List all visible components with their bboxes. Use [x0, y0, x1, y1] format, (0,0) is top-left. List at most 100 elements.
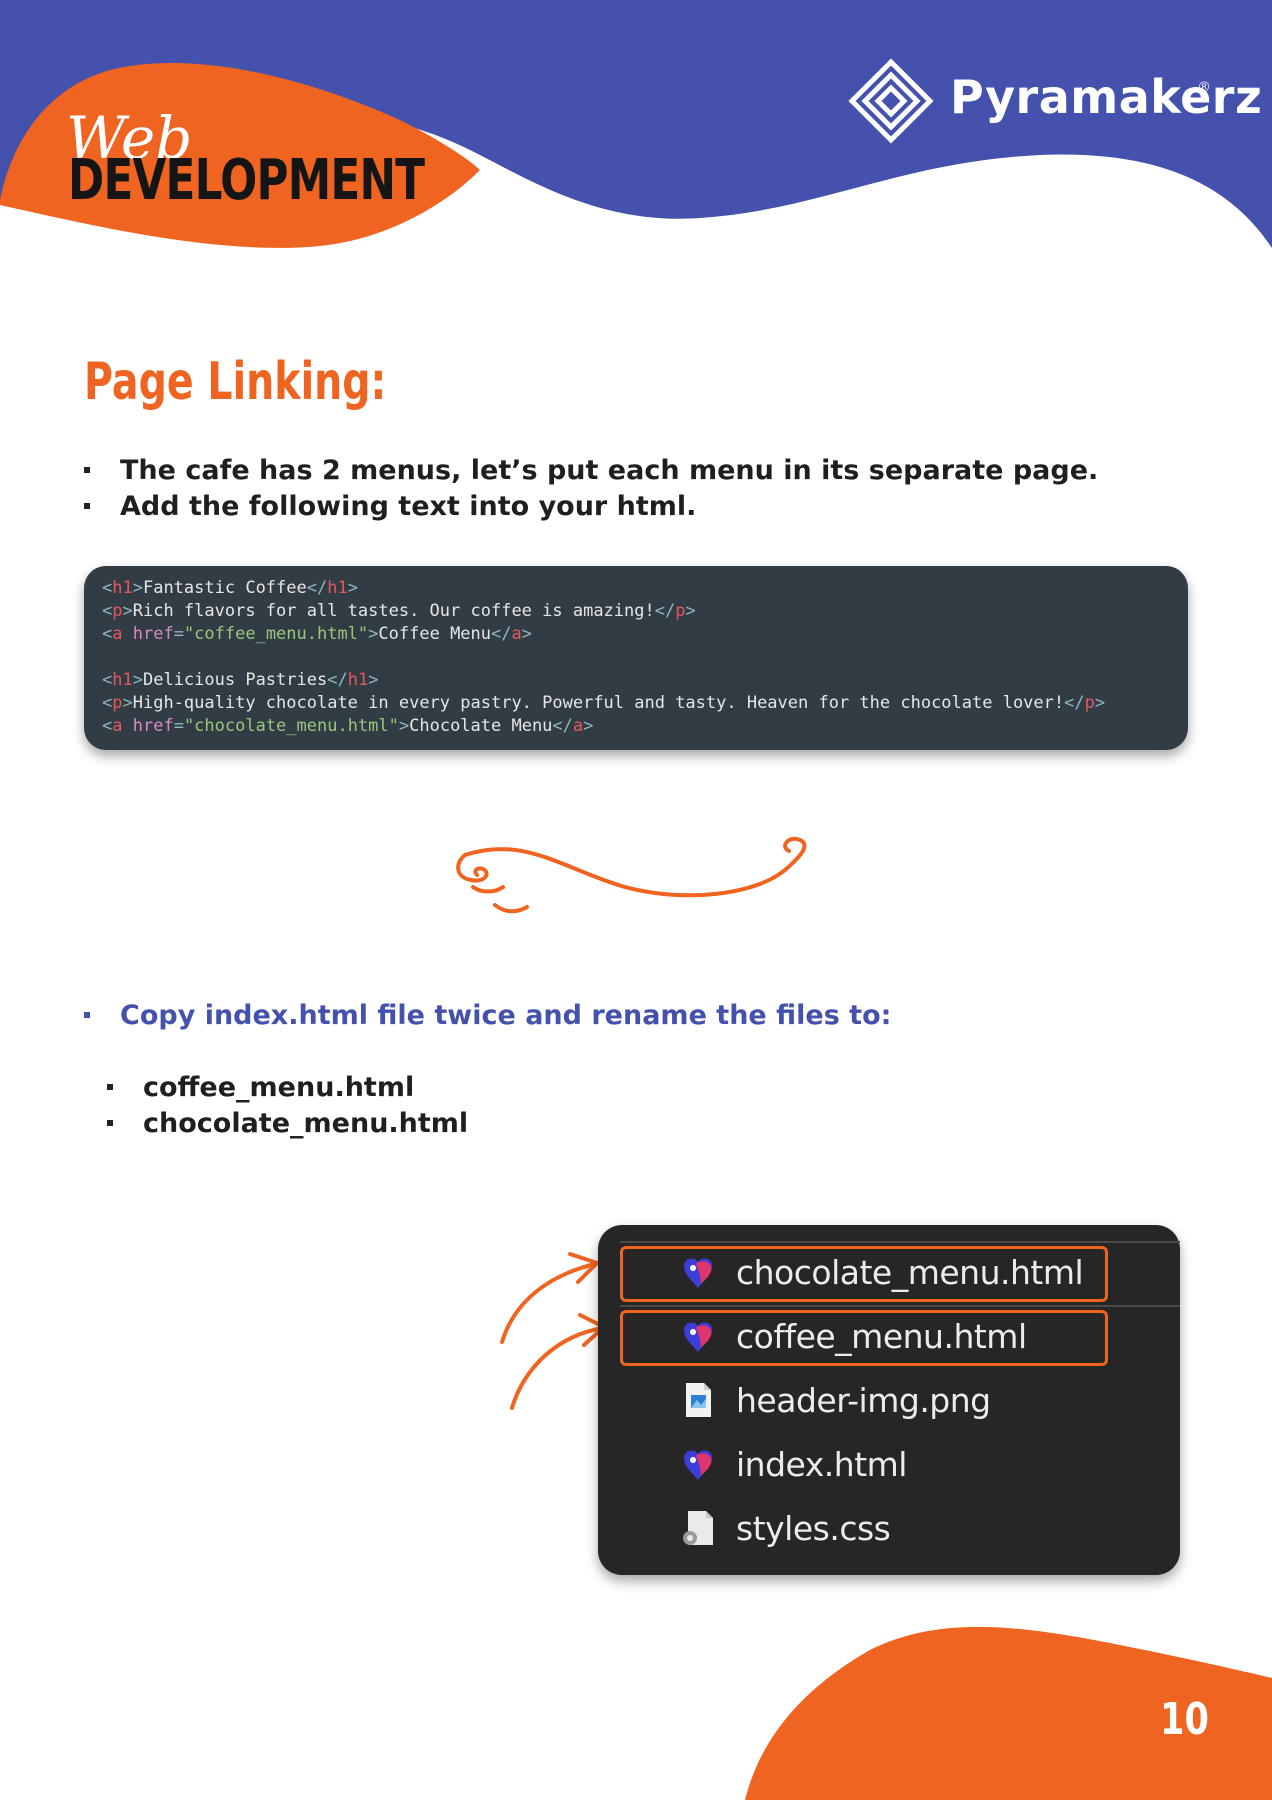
code-token: h1	[327, 578, 348, 598]
code-token: </	[306, 578, 328, 598]
file-item-styles[interactable]: styles.css	[678, 1505, 891, 1551]
code-token: Fantastic Coffee	[142, 578, 307, 598]
code-token: >	[368, 624, 379, 644]
code-line: <a href="coffee_menu.html">Coffee Menu</…	[102, 623, 1105, 646]
code-token: Delicious Pastries	[142, 670, 328, 690]
file-explorer-panel: chocolate_menu.html coffee_menu.html hea…	[598, 1225, 1180, 1575]
code-token: Rich flavors for all tastes. Our coffee …	[132, 601, 655, 621]
code-token: >	[685, 601, 696, 621]
file-name: coffee_menu.html	[736, 1316, 1027, 1356]
code-token: >	[347, 578, 358, 598]
code-token: <	[102, 716, 113, 736]
code-token: >	[132, 578, 143, 598]
code-token: a	[511, 624, 522, 644]
code-token: <	[102, 624, 113, 644]
list-item: coffee_menu.html	[107, 1072, 468, 1108]
registered-mark: ®	[1199, 78, 1210, 94]
code-token: </	[491, 624, 512, 644]
page-title: Page Linking:	[84, 352, 387, 412]
html-file-icon	[684, 1450, 712, 1480]
flourish-divider-icon	[456, 836, 807, 914]
bullet-text: Add the following text into your html.	[120, 491, 697, 522]
css-file-icon	[683, 1511, 713, 1545]
code-token: p	[112, 693, 123, 713]
list-item: chocolate_menu.html	[107, 1108, 468, 1144]
code-token: p	[1084, 693, 1095, 713]
code-token: >	[368, 670, 379, 690]
copy-instruction: Copy index.html file twice and rename th…	[84, 1000, 891, 1031]
list-item: The cafe has 2 menus, let’s put each men…	[84, 455, 1098, 491]
code-token: </	[552, 716, 573, 736]
file-name-text: coffee_menu.html	[143, 1072, 415, 1103]
html-file-icon	[684, 1322, 712, 1352]
footer-background	[745, 1626, 1272, 1800]
panel-divider	[620, 1305, 1180, 1307]
bullet-marker	[84, 467, 90, 473]
code-token: =	[173, 716, 184, 736]
bullet-text: The cafe has 2 menus, let’s put each men…	[120, 455, 1099, 486]
code-token: >	[398, 716, 410, 736]
code-content: <h1>Fantastic Coffee</h1> <p>Rich flavors…	[102, 577, 1105, 738]
file-name: styles.css	[736, 1508, 891, 1548]
code-token: Coffee Menu	[378, 624, 492, 644]
list-item: Copy index.html file twice and rename th…	[84, 1000, 891, 1031]
code-token: a	[112, 716, 123, 736]
panel-divider	[620, 1241, 1180, 1243]
code-line: <h1>Fantastic Coffee</h1>	[102, 577, 1105, 600]
code-token: High-quality chocolate in every pastry. …	[132, 693, 1065, 713]
code-token: a	[112, 624, 123, 644]
file-name: header-img.png	[736, 1380, 991, 1420]
code-token: <	[102, 601, 113, 621]
code-block: <h1>Fantastic Coffee</h1> <p>Rich flavors…	[84, 566, 1188, 750]
page-number: 10	[1160, 1694, 1209, 1745]
code-token: h1	[112, 578, 133, 598]
intro-bullet-list: The cafe has 2 menus, let’s put each men…	[84, 455, 1098, 527]
code-token: a	[572, 716, 584, 736]
code-token: "coffee_menu.html"	[183, 624, 369, 644]
code-token: </	[1064, 693, 1085, 713]
code-token: >	[1094, 693, 1106, 713]
html-file-icon	[684, 1258, 712, 1288]
file-item-header-img[interactable]: header-img.png	[678, 1377, 991, 1423]
code-token: Chocolate Menu	[409, 716, 553, 736]
file-name-text: chocolate_menu.html	[143, 1108, 469, 1139]
code-token: h1	[112, 670, 133, 690]
pyramakerz-logo-icon	[848, 58, 934, 144]
code-token: >	[132, 670, 143, 690]
code-token: </	[654, 601, 676, 621]
badge-main-text: DEVELOPMENT	[68, 148, 425, 213]
bullet-marker	[107, 1084, 113, 1090]
code-token: >	[521, 624, 532, 644]
code-token: <	[102, 693, 113, 713]
image-file-icon	[686, 1383, 711, 1417]
code-token: p	[675, 601, 686, 621]
bullet-marker	[84, 1012, 90, 1018]
brand-name: Pyramakerz	[950, 70, 1263, 124]
code-token: href	[122, 624, 174, 644]
list-item: Add the following text into your html.	[84, 491, 1098, 527]
file-item-coffee-menu[interactable]: coffee_menu.html	[678, 1313, 1027, 1359]
code-line: <a href="chocolate_menu.html">Chocolate …	[102, 715, 1105, 738]
code-token: >	[122, 601, 133, 621]
code-line: <p>Rich flavors for all tastes. Our coff…	[102, 600, 1105, 623]
code-token: >	[122, 693, 133, 713]
code-token: href	[122, 716, 174, 736]
code-line: <p>High-quality chocolate in every pastr…	[102, 692, 1105, 715]
code-token: "chocolate_menu.html"	[183, 716, 399, 736]
code-line: <h1>Delicious Pastries</h1>	[102, 669, 1105, 692]
file-name: chocolate_menu.html	[736, 1252, 1084, 1292]
code-token: <	[102, 578, 113, 598]
instruction-text: Copy index.html file twice and rename th…	[120, 1000, 892, 1031]
file-name: index.html	[736, 1444, 907, 1484]
code-token: </	[327, 670, 348, 690]
code-token: <	[102, 670, 113, 690]
code-token: >	[583, 716, 594, 736]
code-token: p	[112, 601, 123, 621]
bullet-marker	[107, 1120, 113, 1126]
code-token: =	[173, 624, 184, 644]
file-item-chocolate-menu[interactable]: chocolate_menu.html	[678, 1249, 1084, 1295]
bullet-marker	[84, 503, 90, 509]
file-item-index[interactable]: index.html	[678, 1441, 907, 1487]
code-token: h1	[347, 670, 369, 690]
